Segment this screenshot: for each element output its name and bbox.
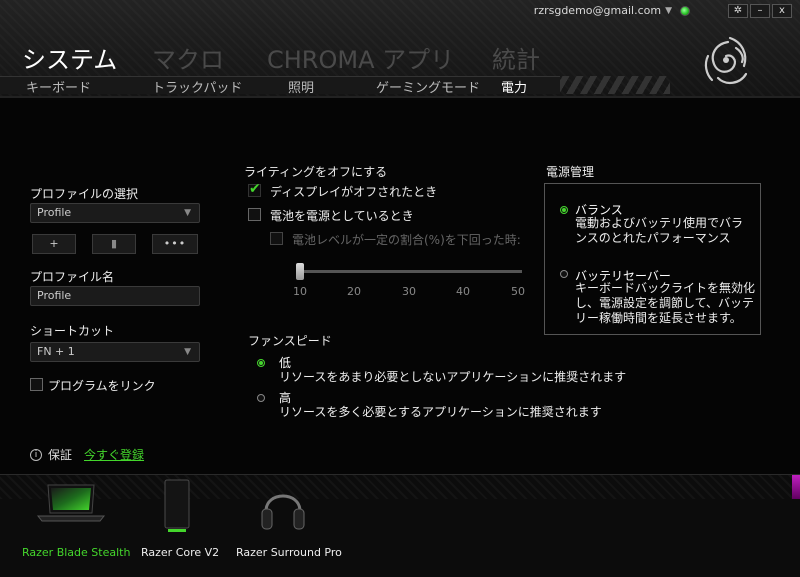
battery-level-checkbox[interactable] [270,232,283,245]
display-off-checkbox[interactable]: ✔ [248,181,261,197]
minimize-button[interactable]: – [750,4,770,18]
profile-name-input[interactable]: Profile [30,286,200,306]
decor-stripes [560,76,670,94]
warranty-label: 保証 [48,448,73,462]
account-email: rzrsgdemo@gmail.com [533,4,662,17]
power-management-panel: バランス 電動およびバッテリ使用でバラ ンスのとれたパフォーマンス バッテリセー… [544,183,761,335]
headset-icon [261,494,305,530]
power-management-title: 電源管理 [546,165,595,179]
battery-level-slider-thumb[interactable] [296,263,304,280]
power-saver-radio[interactable] [560,270,568,278]
battery-level-label: 電池レベルが一定の割合(%)を下回った時: [292,233,521,247]
shortcut-value: FN + 1 [37,345,75,358]
close-button[interactable]: x [772,4,792,18]
laptop-icon [36,484,106,522]
device-name: Razer Surround Pro [236,546,342,559]
fan-low-title: 低 [279,356,292,370]
shortcut-label: ショートカット [30,324,115,338]
synapse-window: rzrsgdemo@gmail.com ▼ ✲ – x システム マクロ CHR… [0,0,800,577]
fan-low-radio[interactable] [257,359,265,367]
fan-high-title: 高 [279,391,292,405]
subtab-keyboard[interactable]: キーボード [26,77,152,96]
chevron-down-icon[interactable]: ▼ [665,6,672,16]
delete-profile-button[interactable]: ▮ [92,234,136,254]
slider-tick-label: 10 [293,285,307,298]
fan-speed-title: ファンスピード [248,334,332,348]
power-balanced-radio[interactable] [560,206,568,214]
device-name: Razer Blade Stealth [22,546,131,559]
profile-name-label: プロファイル名 [30,270,115,284]
account-menu[interactable]: rzrsgdemo@gmail.com ▼ [534,4,690,17]
power-saver-desc: キーボードバックライトを無効化 し、電源設定を調節して、バッテ リー稼働時間を延… [575,281,756,325]
register-now-link[interactable]: 今すぐ登録 [84,446,144,463]
shortcut-select[interactable]: FN + 1 ▼ [30,342,200,362]
add-profile-button[interactable]: + [32,234,76,254]
fan-high-desc: リソースを多く必要とするアプリケーションに推奨されます [279,405,602,419]
device-bar: Razer Blade Stealth Razer Core V2 Razer … [0,474,800,577]
link-program-label: プログラムをリンク [48,379,156,393]
slider-tick-label: 20 [347,285,361,298]
fan-high-radio[interactable] [257,394,265,402]
tab-macro[interactable]: マクロ [152,40,267,75]
power-balanced-desc: 電動およびバッテリ使用でバラ ンスのとれたパフォーマンス [575,216,744,245]
more-options-button[interactable]: ••• [152,234,198,254]
info-icon: i [30,448,42,461]
link-program-checkbox[interactable] [30,378,43,391]
fan-low-desc: リソースをあまり必要としないアプリケーションに推奨されます [279,370,627,384]
window-controls: ✲ – x [728,4,792,18]
profile-select-value: Profile [37,206,72,219]
display-off-label: ディスプレイがオフされたとき [270,185,438,199]
external-gpu-icon [164,479,190,532]
battery-level-slider-track[interactable] [300,270,522,273]
on-battery-label: 電池を電源としているとき [270,209,414,223]
lighting-off-title: ライティングをオフにする [244,165,388,179]
subtab-power[interactable]: 電力 [501,77,561,96]
main-tabs: システム マクロ CHROMA アプリ 統計 [22,40,552,75]
settings-button[interactable]: ✲ [728,4,748,18]
subtab-trackpad[interactable]: トラックパッド [152,77,288,96]
slider-tick-label: 50 [511,285,525,298]
subtab-lighting[interactable]: 照明 [288,77,376,96]
tab-chroma-apps[interactable]: CHROMA アプリ [267,40,492,75]
profile-select-label: プロファイルの選択 [30,187,139,201]
slider-tick-label: 30 [402,285,416,298]
profile-select[interactable]: Profile ▼ [30,203,200,223]
tab-system[interactable]: システム [22,40,152,75]
warranty-section: i 保証 今すぐ登録 [30,446,144,463]
device-name: Razer Core V2 [141,546,220,559]
chevron-down-icon: ▼ [184,347,191,357]
chevron-down-icon: ▼ [184,208,191,218]
slider-tick-label: 40 [456,285,470,298]
subtab-gaming-mode[interactable]: ゲーミングモード [376,77,501,96]
header: rzrsgdemo@gmail.com ▼ ✲ – x システム マクロ CHR… [0,0,800,96]
sub-tabs: キーボード トラックパッド 照明 ゲーミングモード 電力 [26,77,561,96]
online-status-icon [680,5,690,16]
tab-stats[interactable]: 統計 [492,40,552,75]
on-battery-checkbox[interactable] [248,208,261,221]
sub-tab-bar: キーボード トラックパッド 照明 ゲーミングモード 電力 [0,76,800,96]
checkmark-icon: ✔ [249,181,261,197]
